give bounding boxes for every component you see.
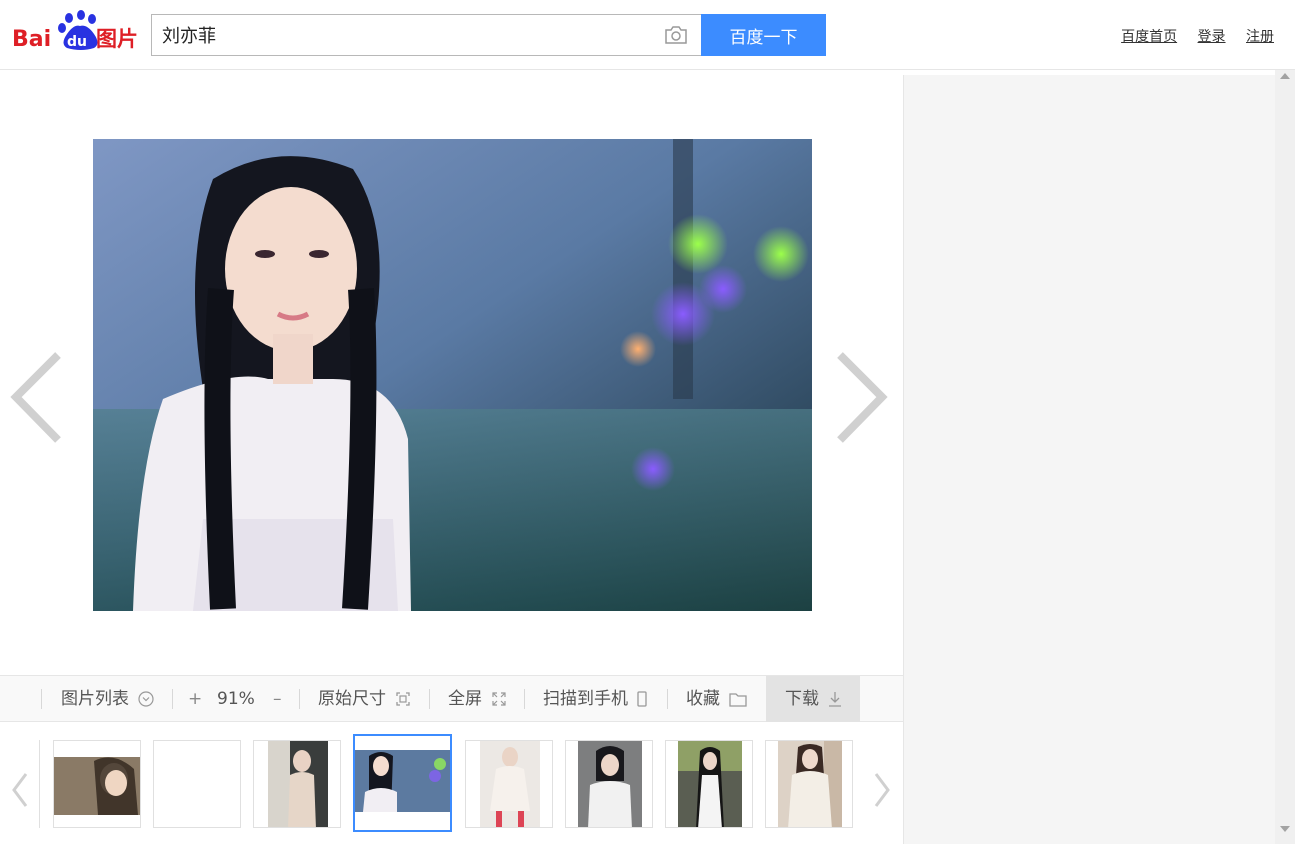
image-list-label: 图片列表 <box>61 689 129 709</box>
phone-icon <box>637 691 648 707</box>
thumbnail[interactable] <box>253 740 341 828</box>
fullscreen-label: 全屏 <box>448 689 482 709</box>
login-link[interactable]: 登录 <box>1198 29 1226 45</box>
main-photo[interactable] <box>93 139 812 611</box>
toolbar-divider <box>524 689 525 709</box>
toolbar-divider <box>667 689 668 709</box>
toolbar-divider <box>429 689 430 709</box>
zoom-in-button[interactable]: + <box>188 676 202 722</box>
scroll-up-arrow-icon[interactable] <box>1280 73 1290 79</box>
thumbnail[interactable] <box>665 740 753 828</box>
search-box <box>151 14 702 56</box>
strip-divider <box>39 740 40 828</box>
viewer-toolbar: 图片列表 + 91% – 原始尺寸 全屏 扫描到手机 收藏 下载 <box>0 675 903 722</box>
image-viewer <box>0 75 903 675</box>
chevron-down-circle-icon <box>138 691 155 707</box>
image-list-button[interactable]: 图片列表 <box>61 676 155 722</box>
favorite-button[interactable]: 收藏 <box>686 676 748 722</box>
scrollbar[interactable] <box>1275 70 1295 844</box>
svg-text:图片: 图片 <box>96 27 138 51</box>
thumbnail[interactable] <box>465 740 553 828</box>
top-links: 百度首页 登录 注册 <box>1105 26 1274 46</box>
fullscreen-button[interactable]: 全屏 <box>448 676 507 722</box>
thumbnail-strip <box>0 722 903 844</box>
strip-prev-arrow[interactable] <box>10 770 30 810</box>
next-image-arrow[interactable] <box>832 350 892 450</box>
thumbnail[interactable] <box>53 740 141 828</box>
svg-text:Bai: Bai <box>12 27 51 52</box>
header: Bai du 图片 百度一下 百度首页 登录 注册 <box>0 0 1295 70</box>
zoom-out-button[interactable]: – <box>273 676 282 722</box>
original-size-label: 原始尺寸 <box>318 689 386 709</box>
download-label: 下载 <box>785 689 819 709</box>
thumbnail[interactable] <box>765 740 853 828</box>
toolbar-divider <box>299 689 300 709</box>
thumbnail-selected[interactable] <box>353 734 452 832</box>
thumbnail[interactable] <box>153 740 241 828</box>
baidu-image-logo[interactable]: Bai du 图片 <box>12 10 142 54</box>
right-panel <box>903 75 1275 844</box>
scan-to-phone-button[interactable]: 扫描到手机 <box>543 676 648 722</box>
folder-icon <box>729 692 748 707</box>
download-icon <box>829 692 842 707</box>
thumbnail[interactable] <box>565 740 653 828</box>
scan-to-phone-label: 扫描到手机 <box>543 689 628 709</box>
search-input[interactable] <box>152 15 652 55</box>
camera-icon[interactable] <box>664 25 688 45</box>
favorite-label: 收藏 <box>686 689 720 709</box>
register-link[interactable]: 注册 <box>1246 29 1274 45</box>
fullscreen-icon <box>492 692 507 706</box>
strip-next-arrow[interactable] <box>872 770 892 810</box>
svg-text:du: du <box>67 34 87 50</box>
download-button[interactable]: 下载 <box>766 676 860 722</box>
previous-image-arrow[interactable] <box>8 350 68 450</box>
original-size-icon <box>396 692 411 706</box>
baidu-home-link[interactable]: 百度首页 <box>1121 29 1177 45</box>
zoom-level: 91% <box>217 689 255 709</box>
original-size-button[interactable]: 原始尺寸 <box>318 676 411 722</box>
scroll-down-arrow-icon[interactable] <box>1280 826 1290 832</box>
search-button[interactable]: 百度一下 <box>701 14 826 56</box>
toolbar-divider <box>172 689 173 709</box>
toolbar-divider <box>41 689 42 709</box>
